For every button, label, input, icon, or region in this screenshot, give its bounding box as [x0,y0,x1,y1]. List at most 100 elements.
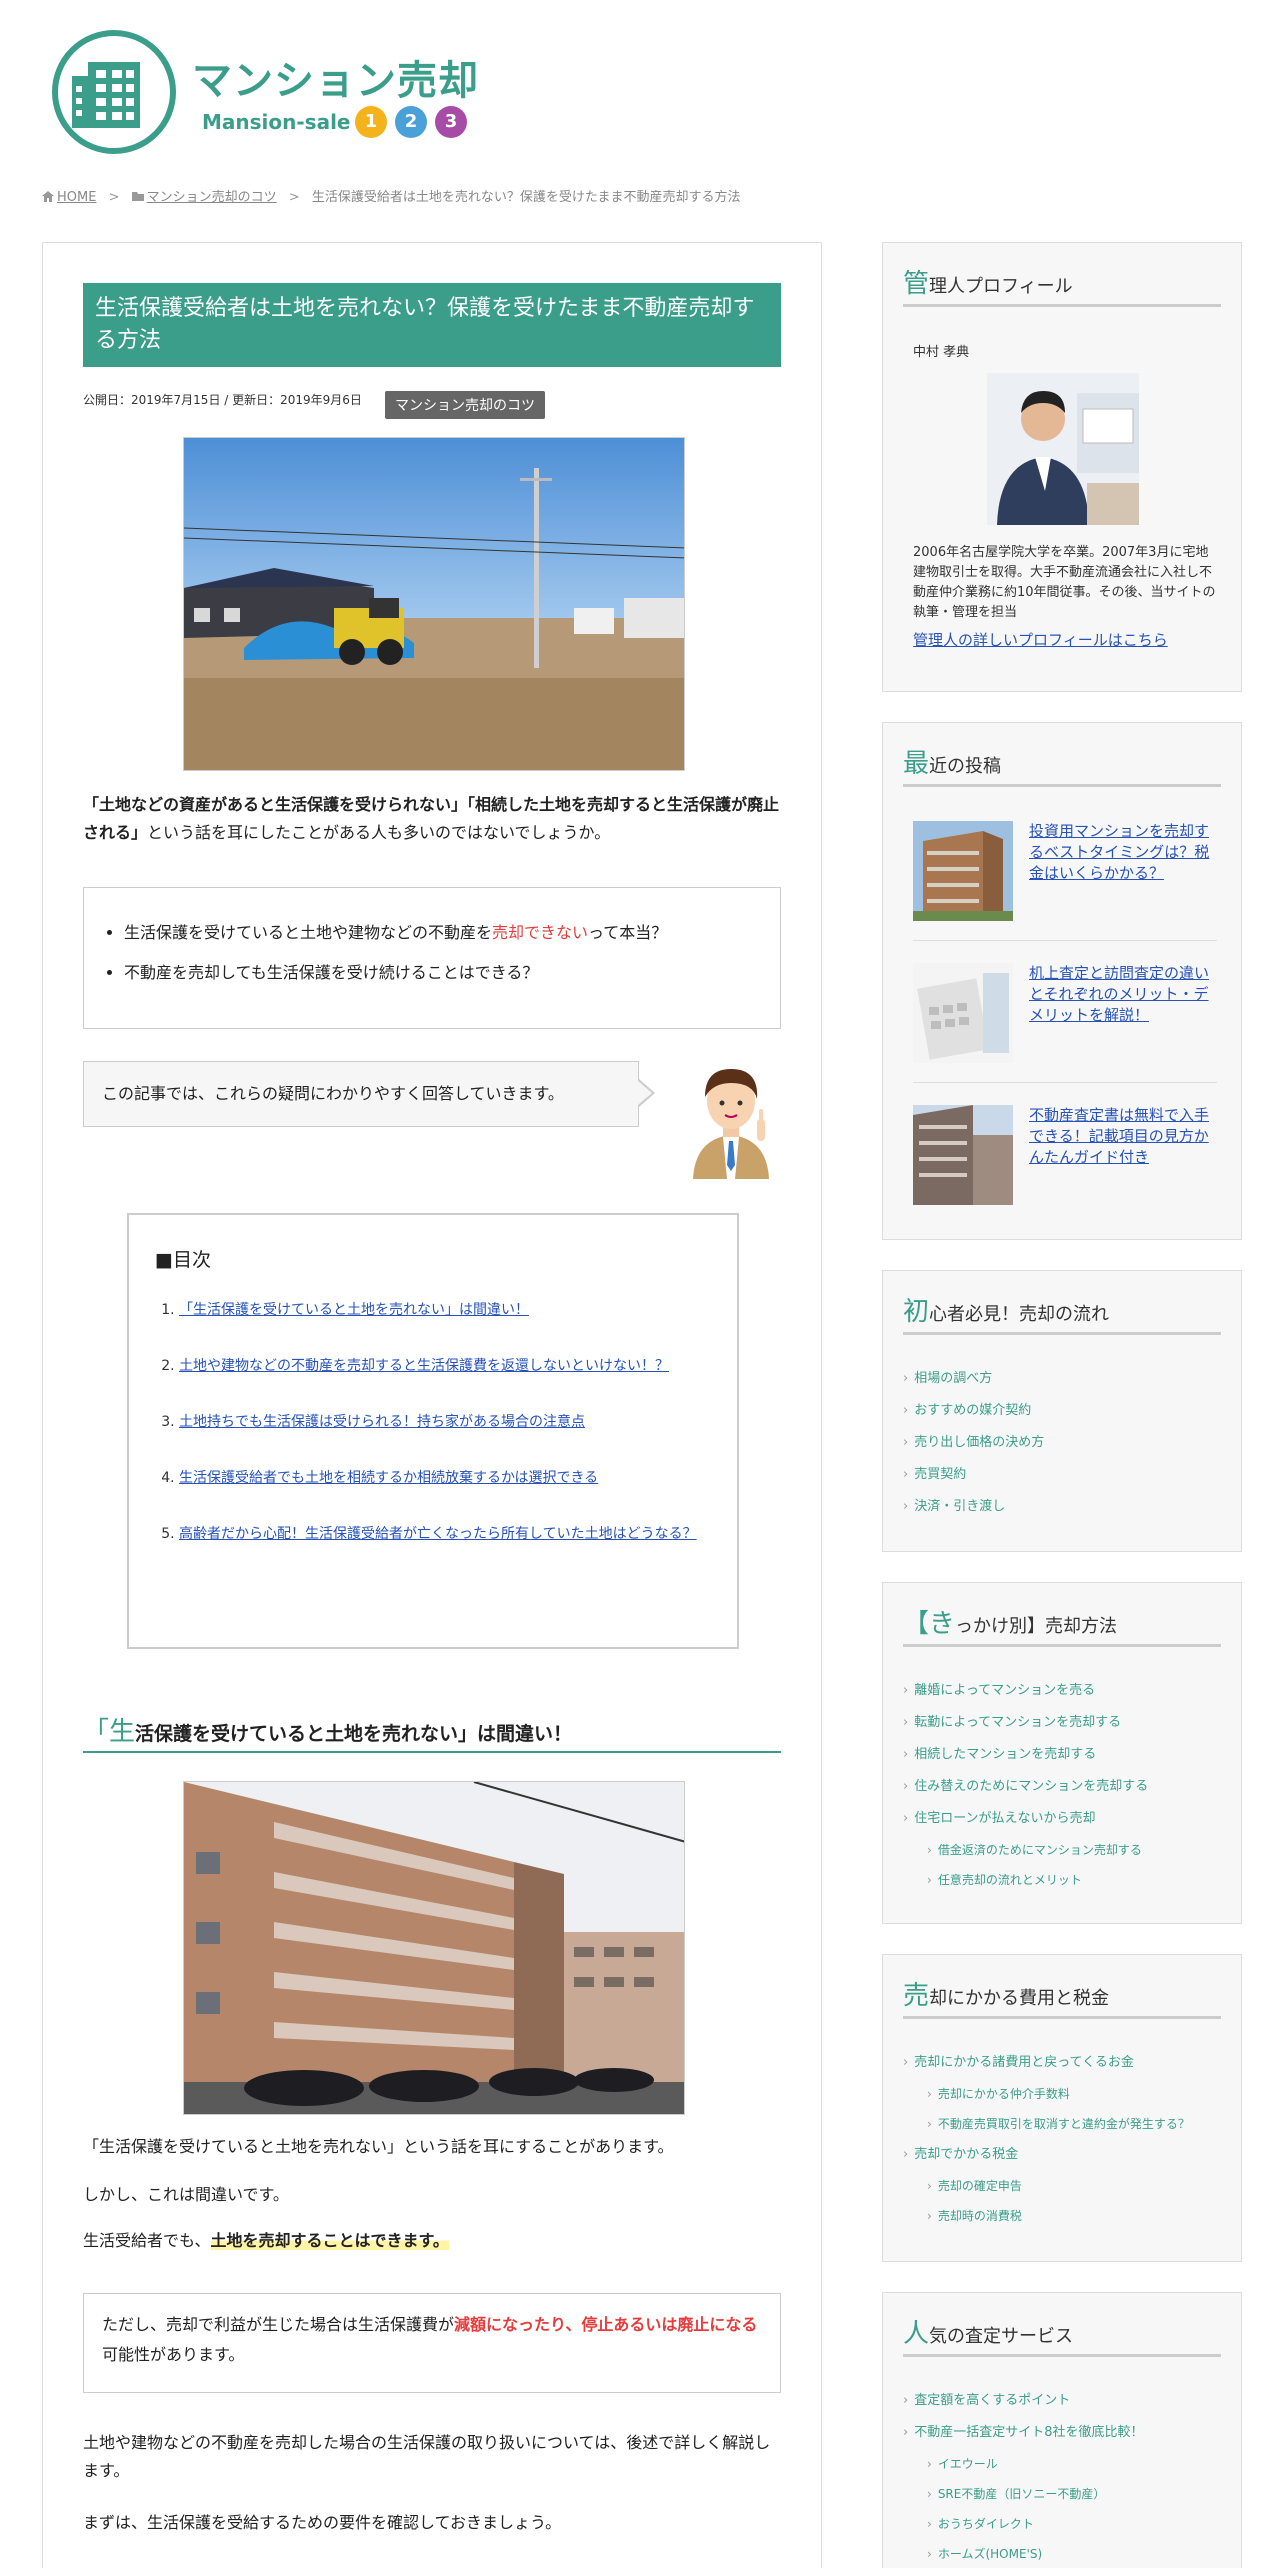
question-text: 不動産を売却しても生活保護を受け続けることはできる？ [124,963,539,982]
logo-number-1: 1 [355,106,387,138]
toc-item: 高齢者だから心配！生活保護受給者が亡くなったら所有していた土地はどうなる？ [179,1522,711,1546]
sidebar-link[interactable]: 相続したマンションを売却する [903,1739,1221,1771]
table-of-contents: ■目次 「生活保護を受けていると土地を売れない」は間違い！ 土地や建物などの不動… [127,1213,739,1649]
article-main: 生活保護受給者は土地を売れない？保護を受けたまま不動産売却する方法 公開日：20… [42,242,822,2568]
title-rest: 理人プロフィール [929,276,1073,297]
folder-icon [131,192,144,201]
sidebar-list: 相場の調べ方 おすすめの媒介契約 売り出し価格の決め方 売買契約 決済・引き渡し [903,1363,1221,1523]
post-date: 公開日：2019年7月15日 / 更新日：2019年9月6日 [83,393,362,407]
sidebar-sublink[interactable]: おうちダイレクト [903,2509,1221,2539]
speech-bubble: この記事では、これらの疑問にわかりやすく回答していきます。 [83,1061,639,1127]
warning-highlight: 減額になったり、停止あるいは廃止になる [454,2315,758,2334]
sidebar-recent-posts: 最近の投稿 投資用マンションを売却するベストタイミングは？税金はいくらかかる？ … [882,722,1242,1240]
toc-link-4[interactable]: 生活保護受給者でも土地を相続するか相続放棄するかは選択できる [179,1470,598,1486]
question-item: 不動産を売却しても生活保護を受け続けることはできる？ [124,962,780,984]
sidebar-link[interactable]: 売買契約 [903,1459,1221,1491]
post-thumbnail[interactable] [913,963,1013,1063]
sidebar-list: 売却にかかる諸費用と戻ってくるお金 売却にかかる仲介手数料 不動産売買取引を取消… [903,2047,1221,2231]
toc-item: 土地持ちでも生活保護は受けられる！持ち家がある場合の注意点 [179,1410,711,1434]
site-header: マンション売却 Mansion-sale 1 2 3 [52,30,492,160]
breadcrumb-home[interactable]: HOME [57,190,96,205]
home-icon [42,191,54,202]
sidebar-title: 管理人プロフィール [903,263,1221,307]
profile-link[interactable]: 管理人の詳しいプロフィールはこちら [913,629,1168,650]
sidebar-sublink[interactable]: 任意売却の流れとメリット [903,1865,1221,1895]
title-first-char: 売 [903,1981,930,2011]
sidebar-link[interactable]: 住宅ローンが払えないから売却 [903,1803,1221,1835]
recent-post[interactable]: 不動産査定書は無料で入手できる！記載項目の見方かんたんガイド付き [913,1105,1217,1225]
toc-item: 生活保護受給者でも土地を相続するか相続放棄するかは選択できる [179,1466,711,1490]
post-title-link[interactable]: 机上査定と訪問査定の違いとそれぞれのメリット・デメリットを解説！ [1029,963,1213,1026]
breadcrumb: HOME > マンション売却のコツ > 生活保護受給者は土地を売れない？保護を受… [42,186,740,205]
paragraph: しかし、これは間違いです。 [83,2185,289,2204]
sidebar-link[interactable]: 転勤によってマンションを売却する [903,1707,1221,1739]
sidebar-sublink[interactable]: 借金返済のためにマンション売却する [903,1835,1221,1865]
sidebar-list: 離婚によってマンションを売る 転勤によってマンションを売却する 相続したマンショ… [903,1675,1221,1895]
sidebar-link[interactable]: 住み替えのためにマンションを売却する [903,1771,1221,1803]
toc-title: ■目次 [155,1249,211,1271]
post-thumbnail[interactable] [913,821,1013,921]
heading-first-char: 「生 [83,1717,136,1747]
sidebar-link[interactable]: 不動産一括査定サイト8社を徹底比較！ [903,2417,1221,2449]
recent-post[interactable]: 投資用マンションを売却するベストタイミングは？税金はいくらかかる？ [913,821,1217,941]
sidebar-sublink[interactable]: 売却時の消費税 [903,2201,1221,2231]
profile-avatar [987,373,1139,525]
speech-tail-inner [638,1081,652,1105]
sidebar-link[interactable]: 売却でかかる税金 [903,2139,1221,2171]
sidebar-link[interactable]: 査定額を高くするポイント [903,2385,1221,2417]
sidebar-title: 売却にかかる費用と税金 [903,1975,1221,2019]
title-first-char: 管 [903,269,930,299]
sidebar-title: 最近の投稿 [903,743,1221,787]
intro-quote-1: 「土地などの資産があると生活保護を受けられない」 [83,795,468,814]
toc-item: 土地や建物などの不動産を売却すると生活保護費を返還しないといけない！？ [179,1354,711,1378]
heading-rest: 活保護を受けていると土地を売れない」は間違い！ [135,1723,573,1745]
sidebar-link[interactable]: 売却にかかる諸費用と戻ってくるお金 [903,2047,1221,2079]
sidebar-profile: 管理人プロフィール 中村 孝典 2006年名古屋学院大学を卒業。2007年3月に… [882,242,1242,692]
intro-rest: という話を耳にしたことがある人も多いのではないでしょうか。 [147,823,611,842]
sidebar-link[interactable]: おすすめの媒介契約 [903,1395,1221,1427]
apartment-image [183,1781,685,2115]
warning-box: ただし、売却で利益が生じた場合は生活保護費が減額になったり、停止あるいは廃止にな… [83,2293,781,2393]
profile-description: 2006年名古屋学院大学を卒業。2007年3月に宅地建物取引士を取得。大手不動産… [913,545,1216,620]
category-badge[interactable]: マンション売却のコツ [385,391,545,419]
sidebar-sublink[interactable]: ホームズ(HOME'S) [903,2539,1221,2568]
warning-text: ただし、売却で利益が生じた場合は生活保護費が [102,2315,455,2334]
sidebar-sublink[interactable]: 不動産売買取引を取消すと違約金が発生する？ [903,2109,1221,2139]
sidebar-sublink[interactable]: イエウール [903,2449,1221,2479]
toc-link-2[interactable]: 土地や建物などの不動産を売却すると生活保護費を返還しないといけない！？ [179,1358,669,1374]
title-rest: 却にかかる費用と税金 [929,1988,1110,2009]
intro-paragraph: 「土地などの資産があると生活保護を受けられない」「相続した土地を売却すると生活保… [83,791,781,847]
breadcrumb-current: 生活保護受給者は土地を売れない？保護を受けたまま不動産売却する方法 [311,190,741,205]
title-rest: っかけ別】売却方法 [955,1616,1118,1637]
question-box: 生活保護を受けていると土地や建物などの不動産を売却できないって本当？ 不動産を売… [83,887,781,1029]
toc-link-3[interactable]: 土地持ちでも生活保護は受けられる！持ち家がある場合の注意点 [179,1414,585,1430]
post-title-link[interactable]: 投資用マンションを売却するベストタイミングは？税金はいくらかかる？ [1029,821,1213,884]
article-title: 生活保護受給者は土地を売れない？保護を受けたまま不動産売却する方法 [83,283,781,367]
warning-text: 可能性があります。 [102,2345,245,2364]
recent-post[interactable]: 机上査定と訪問査定の違いとそれぞれのメリット・デメリットを解説！ [913,963,1217,1083]
sidebar-costs-taxes: 売却にかかる費用と税金 売却にかかる諸費用と戻ってくるお金 売却にかかる仲介手数… [882,1954,1242,2262]
sidebar-link[interactable]: 相場の調べ方 [903,1363,1221,1395]
toc-link-1[interactable]: 「生活保護を受けていると土地を売れない」は間違い！ [179,1302,529,1318]
sidebar-link[interactable]: 離婚によってマンションを売る [903,1675,1221,1707]
sidebar-sublink[interactable]: 売却にかかる仲介手数料 [903,2079,1221,2109]
logo-title[interactable]: マンション売却 [192,48,479,106]
post-thumbnail[interactable] [913,1105,1013,1205]
sidebar-sublink[interactable]: 売却の確定申告 [903,2171,1221,2201]
title-rest: 気の査定サービス [929,2326,1074,2347]
sidebar-link[interactable]: 決済・引き渡し [903,1491,1221,1523]
sidebar-title: 【きっかけ別】売却方法 [903,1603,1221,1647]
breadcrumb-category[interactable]: マンション売却のコツ [147,190,277,205]
toc-link-5[interactable]: 高齢者だから心配！生活保護受給者が亡くなったら所有していた土地はどうなる？ [179,1526,697,1542]
sidebar-title: 人気の査定サービス [903,2313,1221,2357]
toc-item: 「生活保護を受けていると土地を売れない」は間違い！ [179,1298,711,1322]
question-item: 生活保護を受けていると土地や建物などの不動産を売却できないって本当？ [124,922,780,944]
sidebar-sale-methods: 【きっかけ別】売却方法 離婚によってマンションを売る 転勤によってマンションを売… [882,1582,1242,1924]
logo-number-3: 3 [435,106,467,138]
post-title-link[interactable]: 不動産査定書は無料で入手できる！記載項目の見方かんたんガイド付き [1029,1105,1213,1168]
title-first-char: 【き [903,1609,956,1639]
paragraph: 生活受給者でも、土地を売却することはできます。 [83,2227,781,2255]
logo-building-icon[interactable] [52,30,176,154]
sidebar-sublink[interactable]: SRE不動産（旧ソニー不動産） [903,2479,1221,2509]
sidebar-link[interactable]: 売り出し価格の決め方 [903,1427,1221,1459]
